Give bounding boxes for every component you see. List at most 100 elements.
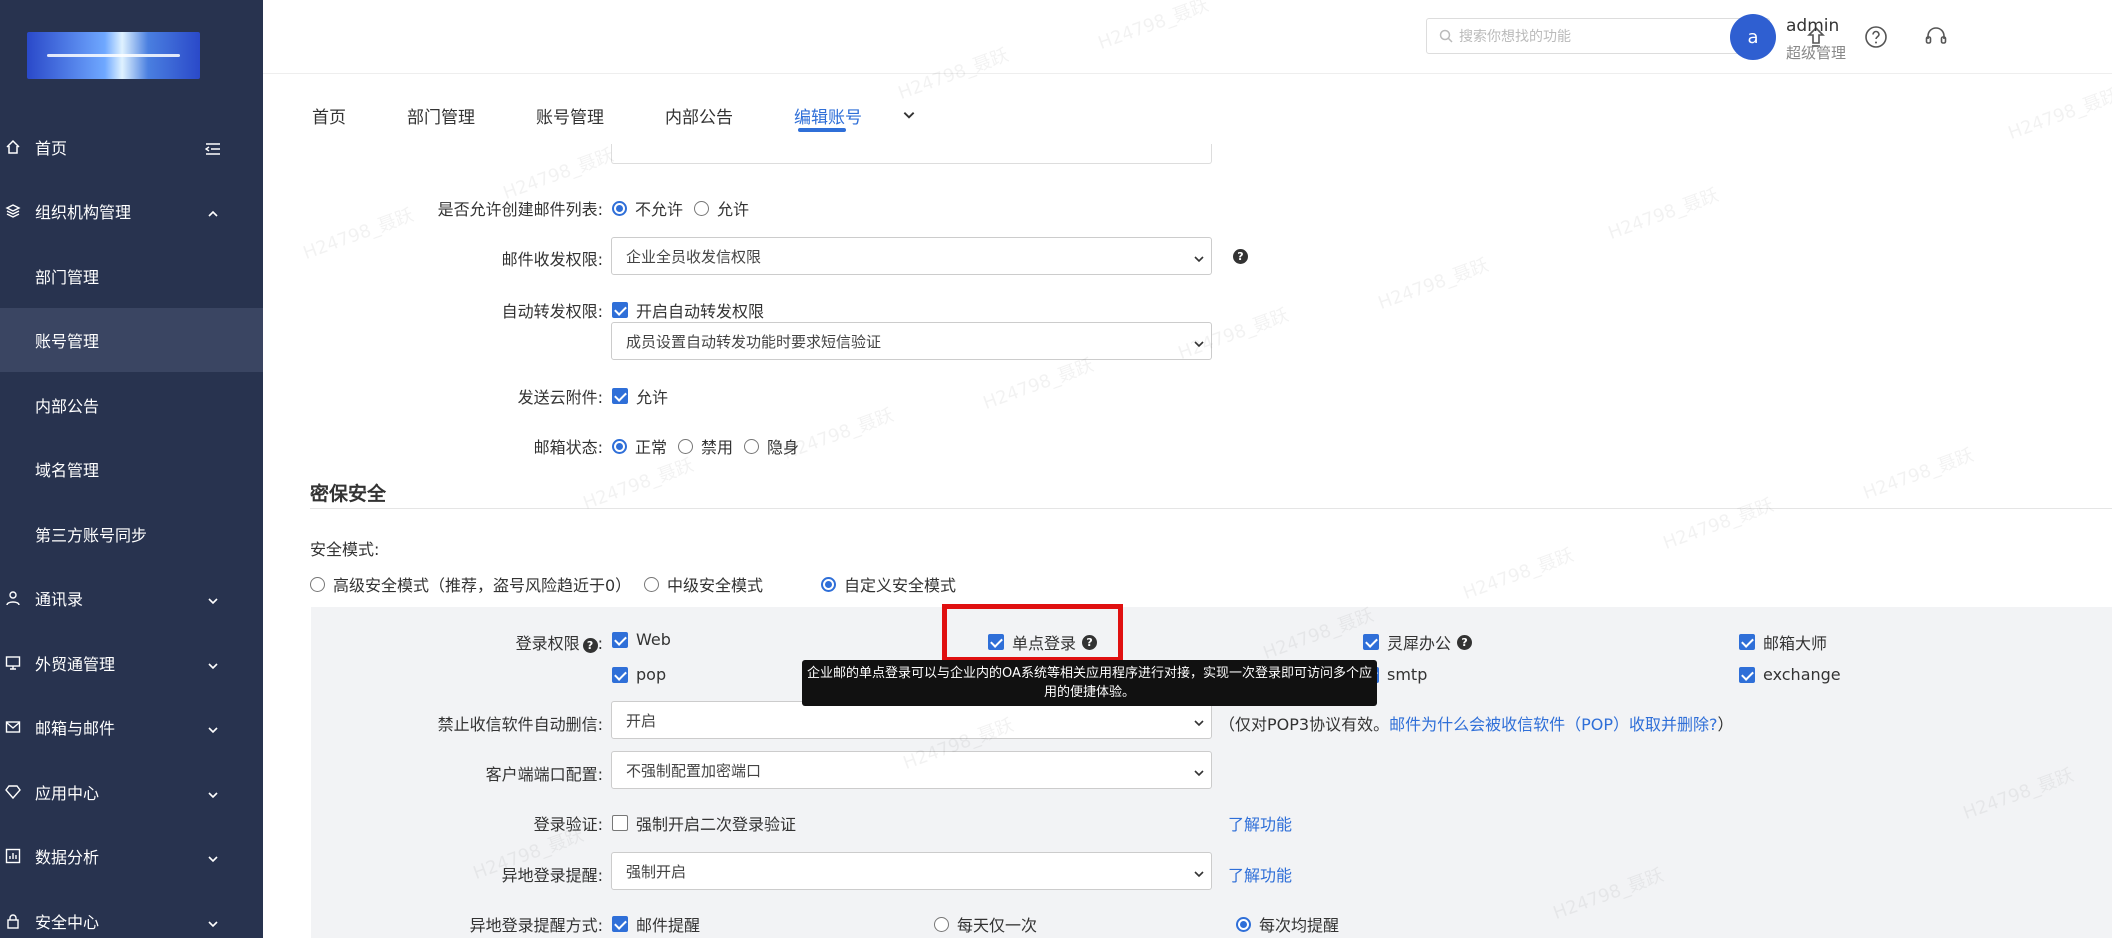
checkbox-checked[interactable]	[612, 916, 628, 932]
tab-home[interactable]: 首页	[312, 103, 346, 128]
status-hidden[interactable]: 隐身	[744, 434, 799, 458]
radio-checked[interactable]	[1236, 916, 1251, 932]
active-tab-indicator	[798, 128, 846, 132]
radio[interactable]	[934, 916, 949, 932]
help-circle-icon[interactable]: ?	[1457, 634, 1473, 650]
remote-freq-daily[interactable]: 每天仅一次	[934, 912, 1037, 936]
perm-mail-master[interactable]: 邮箱大师	[1739, 630, 1827, 654]
forward-verify-select[interactable]: 成员设置自动转发功能时要求短信验证	[611, 322, 1212, 360]
checkbox[interactable]	[612, 815, 628, 831]
sidebar-item-security[interactable]: 安全中心	[0, 889, 263, 938]
sidebar-item-label: 外贸通管理	[35, 655, 116, 674]
search-input[interactable]: 搜索你想找的功能	[1426, 18, 1770, 54]
sidebar-item-home[interactable]: 首页	[0, 115, 263, 179]
collapse-menu-icon[interactable]	[204, 141, 221, 155]
learn-more-link[interactable]: 了解功能	[1228, 811, 1292, 835]
radio[interactable]	[744, 438, 759, 454]
tab-dept[interactable]: 部门管理	[407, 103, 475, 128]
client-port-select[interactable]: 不强制配置加密端口	[611, 751, 1212, 789]
sidebar-item-apps[interactable]: 应用中心	[0, 760, 263, 824]
no-delete-select[interactable]: 开启	[611, 701, 1212, 739]
sidebar-item-dept[interactable]: 部门管理	[0, 244, 263, 308]
customer-service-icon[interactable]	[1923, 24, 1949, 50]
radio-checked[interactable]	[612, 438, 627, 454]
no-delete-note: （仅对POP3协议有效。邮件为什么会被收信软件（POP）收取并删除?）	[1219, 715, 1734, 734]
layers-icon	[4, 202, 22, 220]
help-circle-icon[interactable]: ?	[582, 638, 598, 653]
radio-checked[interactable]	[821, 576, 836, 592]
checkbox-checked[interactable]	[1739, 666, 1755, 683]
company-logo[interactable]	[27, 32, 200, 79]
remote-login-select[interactable]: 强制开启	[611, 852, 1212, 890]
checkbox-checked[interactable]	[612, 666, 628, 683]
chevron-down-icon	[207, 721, 219, 734]
client-port-label: 客户端端口配置:	[485, 765, 603, 784]
checkbox-checked[interactable]	[612, 631, 628, 648]
remote-login-label: 异地登录提醒:	[501, 866, 603, 885]
tabs-more-chevron-icon[interactable]	[902, 107, 916, 126]
chevron-down-icon	[207, 915, 219, 928]
mode-custom[interactable]: 自定义安全模式	[821, 572, 956, 596]
diamond-icon	[4, 783, 22, 801]
tab-accounts[interactable]: 账号管理	[536, 103, 604, 128]
status-disabled[interactable]: 禁用	[678, 434, 733, 458]
sidebar-item-label: 域名管理	[35, 461, 100, 480]
perm-pop[interactable]: pop	[612, 665, 666, 684]
radio-checked[interactable]	[612, 200, 627, 216]
help-circle-icon[interactable]: ?	[1233, 249, 1248, 264]
chevron-down-icon	[1193, 715, 1205, 727]
help-icon[interactable]	[1863, 24, 1889, 50]
login-verify-checkbox[interactable]: 强制开启二次登录验证	[612, 811, 796, 835]
sidebar-item-label: 通讯录	[35, 590, 84, 609]
lock-icon	[4, 912, 22, 930]
learn-more-link[interactable]: 了解功能	[1228, 862, 1292, 886]
radio[interactable]	[644, 576, 659, 592]
mailbox-status-label: 邮箱状态:	[533, 438, 603, 457]
create-list-deny[interactable]: 不允许	[612, 196, 683, 220]
perm-lingxi[interactable]: 灵犀办公?	[1363, 630, 1473, 654]
sidebar-item-org[interactable]: 组织机构管理	[0, 179, 263, 243]
checkbox-checked[interactable]	[612, 302, 628, 318]
cloud-attach-checkbox[interactable]: 允许	[612, 384, 668, 408]
sidebar-item-label: 安全中心	[35, 913, 100, 932]
tab-edit-account[interactable]: 编辑账号	[794, 103, 862, 128]
mode-medium[interactable]: 中级安全模式	[644, 572, 763, 596]
avatar[interactable]: a	[1730, 14, 1776, 60]
chevron-down-icon	[1193, 866, 1205, 878]
home-icon	[4, 138, 22, 156]
user-role: 超级管理	[1786, 44, 1847, 62]
sidebar-item-domain[interactable]: 域名管理	[0, 437, 263, 501]
remote-method-email[interactable]: 邮件提醒	[612, 912, 700, 936]
radio[interactable]	[694, 200, 709, 216]
user-name[interactable]: admin	[1786, 16, 1839, 36]
chevron-down-icon	[1193, 765, 1205, 777]
remote-freq-every[interactable]: 每次均提醒	[1236, 912, 1339, 936]
chevron-down-icon	[207, 850, 219, 863]
sidebar-item-contacts[interactable]: 通讯录	[0, 566, 263, 630]
sidebar-item-accounts[interactable]: 账号管理	[0, 308, 263, 372]
pop-delete-help-link[interactable]: 邮件为什么会被收信软件（POP）收取并删除?	[1389, 715, 1717, 734]
sidebar-item-mail[interactable]: 邮箱与邮件	[0, 695, 263, 759]
sidebar-item-analytics[interactable]: 数据分析	[0, 824, 263, 888]
perm-web[interactable]: Web	[612, 630, 671, 649]
radio[interactable]	[310, 576, 325, 592]
mail-perm-select[interactable]: 企业全员收发信权限	[611, 237, 1212, 275]
sso-highlight-box	[942, 604, 1123, 662]
mode-high[interactable]: 高级安全模式（推荐，盗号风险趋近于0）	[310, 572, 631, 596]
checkbox-checked[interactable]	[612, 388, 628, 404]
sidebar-item-thirdparty[interactable]: 第三方账号同步	[0, 502, 263, 566]
checkbox-checked[interactable]	[1739, 634, 1755, 650]
sidebar-item-notice[interactable]: 内部公告	[0, 373, 263, 437]
security-section-title: 密保安全	[310, 483, 387, 505]
status-normal[interactable]: 正常	[612, 434, 667, 458]
forward-checkbox[interactable]: 开启自动转发权限	[612, 298, 764, 322]
radio[interactable]	[678, 438, 693, 454]
sidebar-item-label: 首页	[35, 139, 68, 158]
sidebar-item-label: 邮箱与邮件	[35, 719, 116, 738]
no-delete-label: 禁止收信软件自动删信:	[437, 715, 603, 734]
create-list-allow[interactable]: 允许	[694, 196, 749, 220]
perm-exchange[interactable]: exchange	[1739, 665, 1841, 684]
tab-notice[interactable]: 内部公告	[665, 103, 733, 128]
checkbox-checked[interactable]	[1363, 634, 1379, 650]
sidebar-item-trade[interactable]: 外贸通管理	[0, 631, 263, 695]
